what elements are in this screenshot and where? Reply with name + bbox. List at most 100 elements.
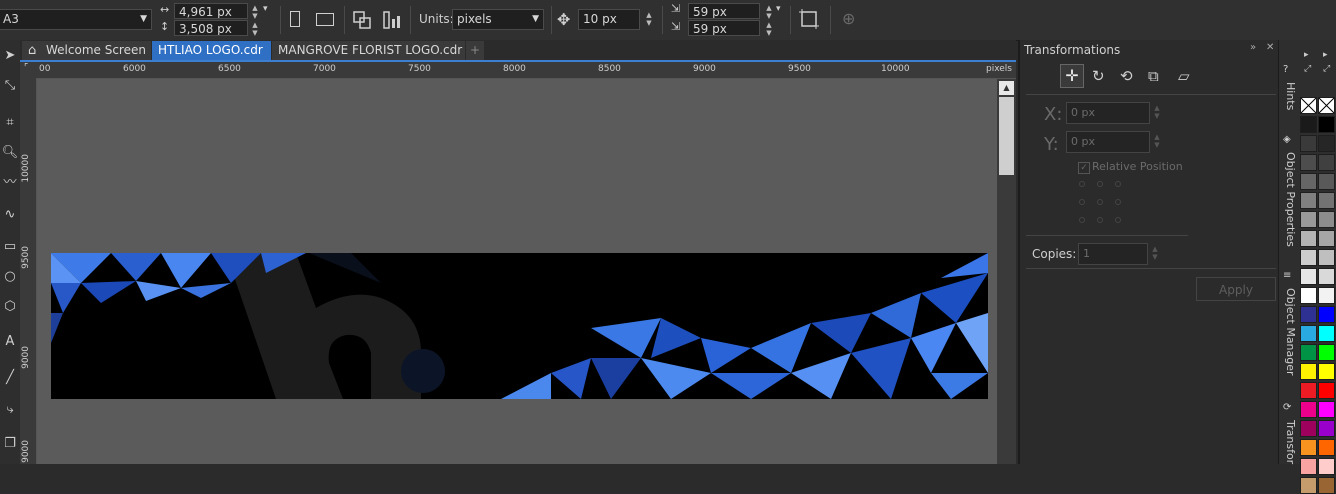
color-swatch[interactable] [1300,192,1317,209]
color-swatch[interactable] [1318,306,1335,323]
color-swatch[interactable] [1300,211,1317,228]
duplicate-y-field[interactable]: 59 px [688,20,760,36]
color-swatch[interactable] [1318,363,1335,380]
chevron-down-icon[interactable]: ▼ [532,10,539,29]
color-swatch[interactable] [1300,420,1317,437]
color-swatch[interactable] [1300,287,1317,304]
parallel-dimension-tool-icon[interactable]: ╱ [0,368,20,388]
color-swatch[interactable] [1300,154,1317,171]
freehand-tool-icon[interactable]: 〰 [0,173,20,193]
color-swatch[interactable] [1318,401,1335,418]
color-swatch[interactable] [1318,382,1335,399]
tab-transformations[interactable]: Transfor [1281,420,1297,464]
logo-artwork[interactable] [51,253,988,399]
color-swatch[interactable] [1318,173,1335,190]
color-swatch[interactable] [1318,287,1335,304]
artistic-media-tool-icon[interactable]: ∿ [0,205,20,225]
nudge-distance-spinner[interactable]: ▲ ▼ [644,11,654,27]
portrait-icon[interactable] [290,11,300,27]
copies-spinner[interactable]: ▲ ▼ [1150,245,1160,261]
color-swatch[interactable] [1318,192,1335,209]
scroll-up-icon[interactable]: ▲ [999,81,1014,95]
treat-as-filled-icon[interactable] [798,8,820,30]
x-field[interactable]: 0 px [1066,102,1150,124]
scale-mirror-icon[interactable]: ⟲ [1120,67,1133,85]
color-swatch[interactable] [1318,268,1335,285]
add-icon[interactable]: ⊕ [842,9,855,28]
units-select[interactable]: pixels ▼ [452,9,544,30]
eyedropper-icon[interactable]: ⤢ [1323,64,1330,74]
ruler-origin-icon[interactable]: ⌜ [24,63,28,73]
no-color-swatch[interactable] [1318,97,1335,114]
rectangle-tool-icon[interactable]: ▭ [0,237,20,257]
nudge-distance-field[interactable]: 10 px [578,9,640,30]
color-swatch[interactable] [1300,249,1317,266]
relative-position-checkbox[interactable]: ✓ [1078,162,1090,174]
palette-scroll-left-icon[interactable]: ▸ [1304,50,1309,60]
color-swatch[interactable] [1300,116,1317,133]
chevron-down-icon[interactable]: ▼ [140,10,147,29]
drop-shadow-tool-icon[interactable]: ❐ [0,434,20,454]
color-swatch[interactable] [1300,363,1317,380]
duplicate-x-spinner[interactable]: ▲ ▼ [764,4,774,20]
anchor-grid-icon[interactable] [1076,178,1126,228]
tab-object-manager[interactable]: Object Manager [1281,288,1297,376]
page-height-spinner[interactable]: ▲ ▼ [250,21,260,37]
landscape-icon[interactable] [316,13,334,26]
no-color-swatch[interactable] [1300,97,1317,114]
drawing-canvas[interactable] [37,79,997,464]
text-tool-icon[interactable]: A [0,332,20,352]
chevron-down-icon[interactable]: ▾ [263,4,268,14]
size-icon[interactable]: ⧉ [1148,67,1159,85]
polygon-tool-icon[interactable]: ⬡ [0,297,20,317]
shape-tool-icon[interactable]: ⤡ [0,76,20,96]
color-swatch[interactable] [1300,230,1317,247]
page-width-field[interactable]: 4,961 px [174,3,248,19]
page-height-field[interactable]: 3,508 px [174,20,248,36]
page-width-spinner[interactable]: ▲ ▼ [250,4,260,20]
vertical-ruler[interactable]: 10000 9500 9000 9000 [20,78,37,464]
duplicate-y-spinner[interactable]: ▲ ▼ [764,21,774,37]
crop-tool-icon[interactable]: ⌗ [0,113,20,133]
color-swatch[interactable] [1300,268,1317,285]
duplicate-x-field[interactable]: 59 px [688,3,760,19]
color-swatch[interactable] [1300,439,1317,456]
position-icon[interactable]: ✛ [1060,64,1084,88]
color-swatch[interactable] [1318,439,1335,456]
current-page-icon[interactable] [382,10,402,30]
skew-icon[interactable]: ▱ [1178,67,1190,85]
tab-object-properties[interactable]: Object Properties [1281,152,1297,247]
color-swatch[interactable] [1318,477,1335,494]
color-swatch[interactable] [1300,458,1317,475]
color-swatch[interactable] [1318,344,1335,361]
color-swatch[interactable] [1318,249,1335,266]
tab-hints[interactable]: Hints [1281,82,1297,110]
color-swatch[interactable] [1300,306,1317,323]
tab-welcome-screen[interactable]: ⌂ Welcome Screen [22,41,151,60]
color-swatch[interactable] [1318,458,1335,475]
scroll-thumb[interactable] [999,97,1014,175]
palette-scroll-right-icon[interactable]: ▸ [1323,50,1328,60]
color-swatch[interactable] [1318,211,1335,228]
ellipse-tool-icon[interactable]: ○ [0,267,20,287]
eyedropper-icon[interactable]: ⤢ [1304,64,1311,74]
x-spinner[interactable]: ▲ ▼ [1152,104,1162,120]
color-swatch[interactable] [1300,135,1317,152]
y-spinner[interactable]: ▲ ▼ [1152,133,1162,149]
tab-htliao-logo[interactable]: HTLIAO LOGO.cdr [152,41,271,60]
all-pages-icon[interactable] [352,10,372,30]
apply-button[interactable]: Apply [1196,277,1276,301]
color-swatch[interactable] [1318,230,1335,247]
color-swatch[interactable] [1318,116,1335,133]
rotate-icon[interactable]: ↻ [1092,67,1105,85]
color-swatch[interactable] [1318,135,1335,152]
chevron-down-icon[interactable]: ▾ [776,4,781,14]
vertical-scrollbar[interactable]: ▲ [997,79,1016,464]
color-swatch[interactable] [1300,325,1317,342]
color-swatch[interactable] [1318,325,1335,342]
color-swatch[interactable] [1300,401,1317,418]
connector-tool-icon[interactable]: ⤷ [0,400,20,420]
pick-tool-icon[interactable]: ➤ [0,46,20,66]
tab-mangrove-florist-logo[interactable]: MANGROVE FLORIST LOGO.cdr [272,41,465,60]
color-swatch[interactable] [1318,154,1335,171]
